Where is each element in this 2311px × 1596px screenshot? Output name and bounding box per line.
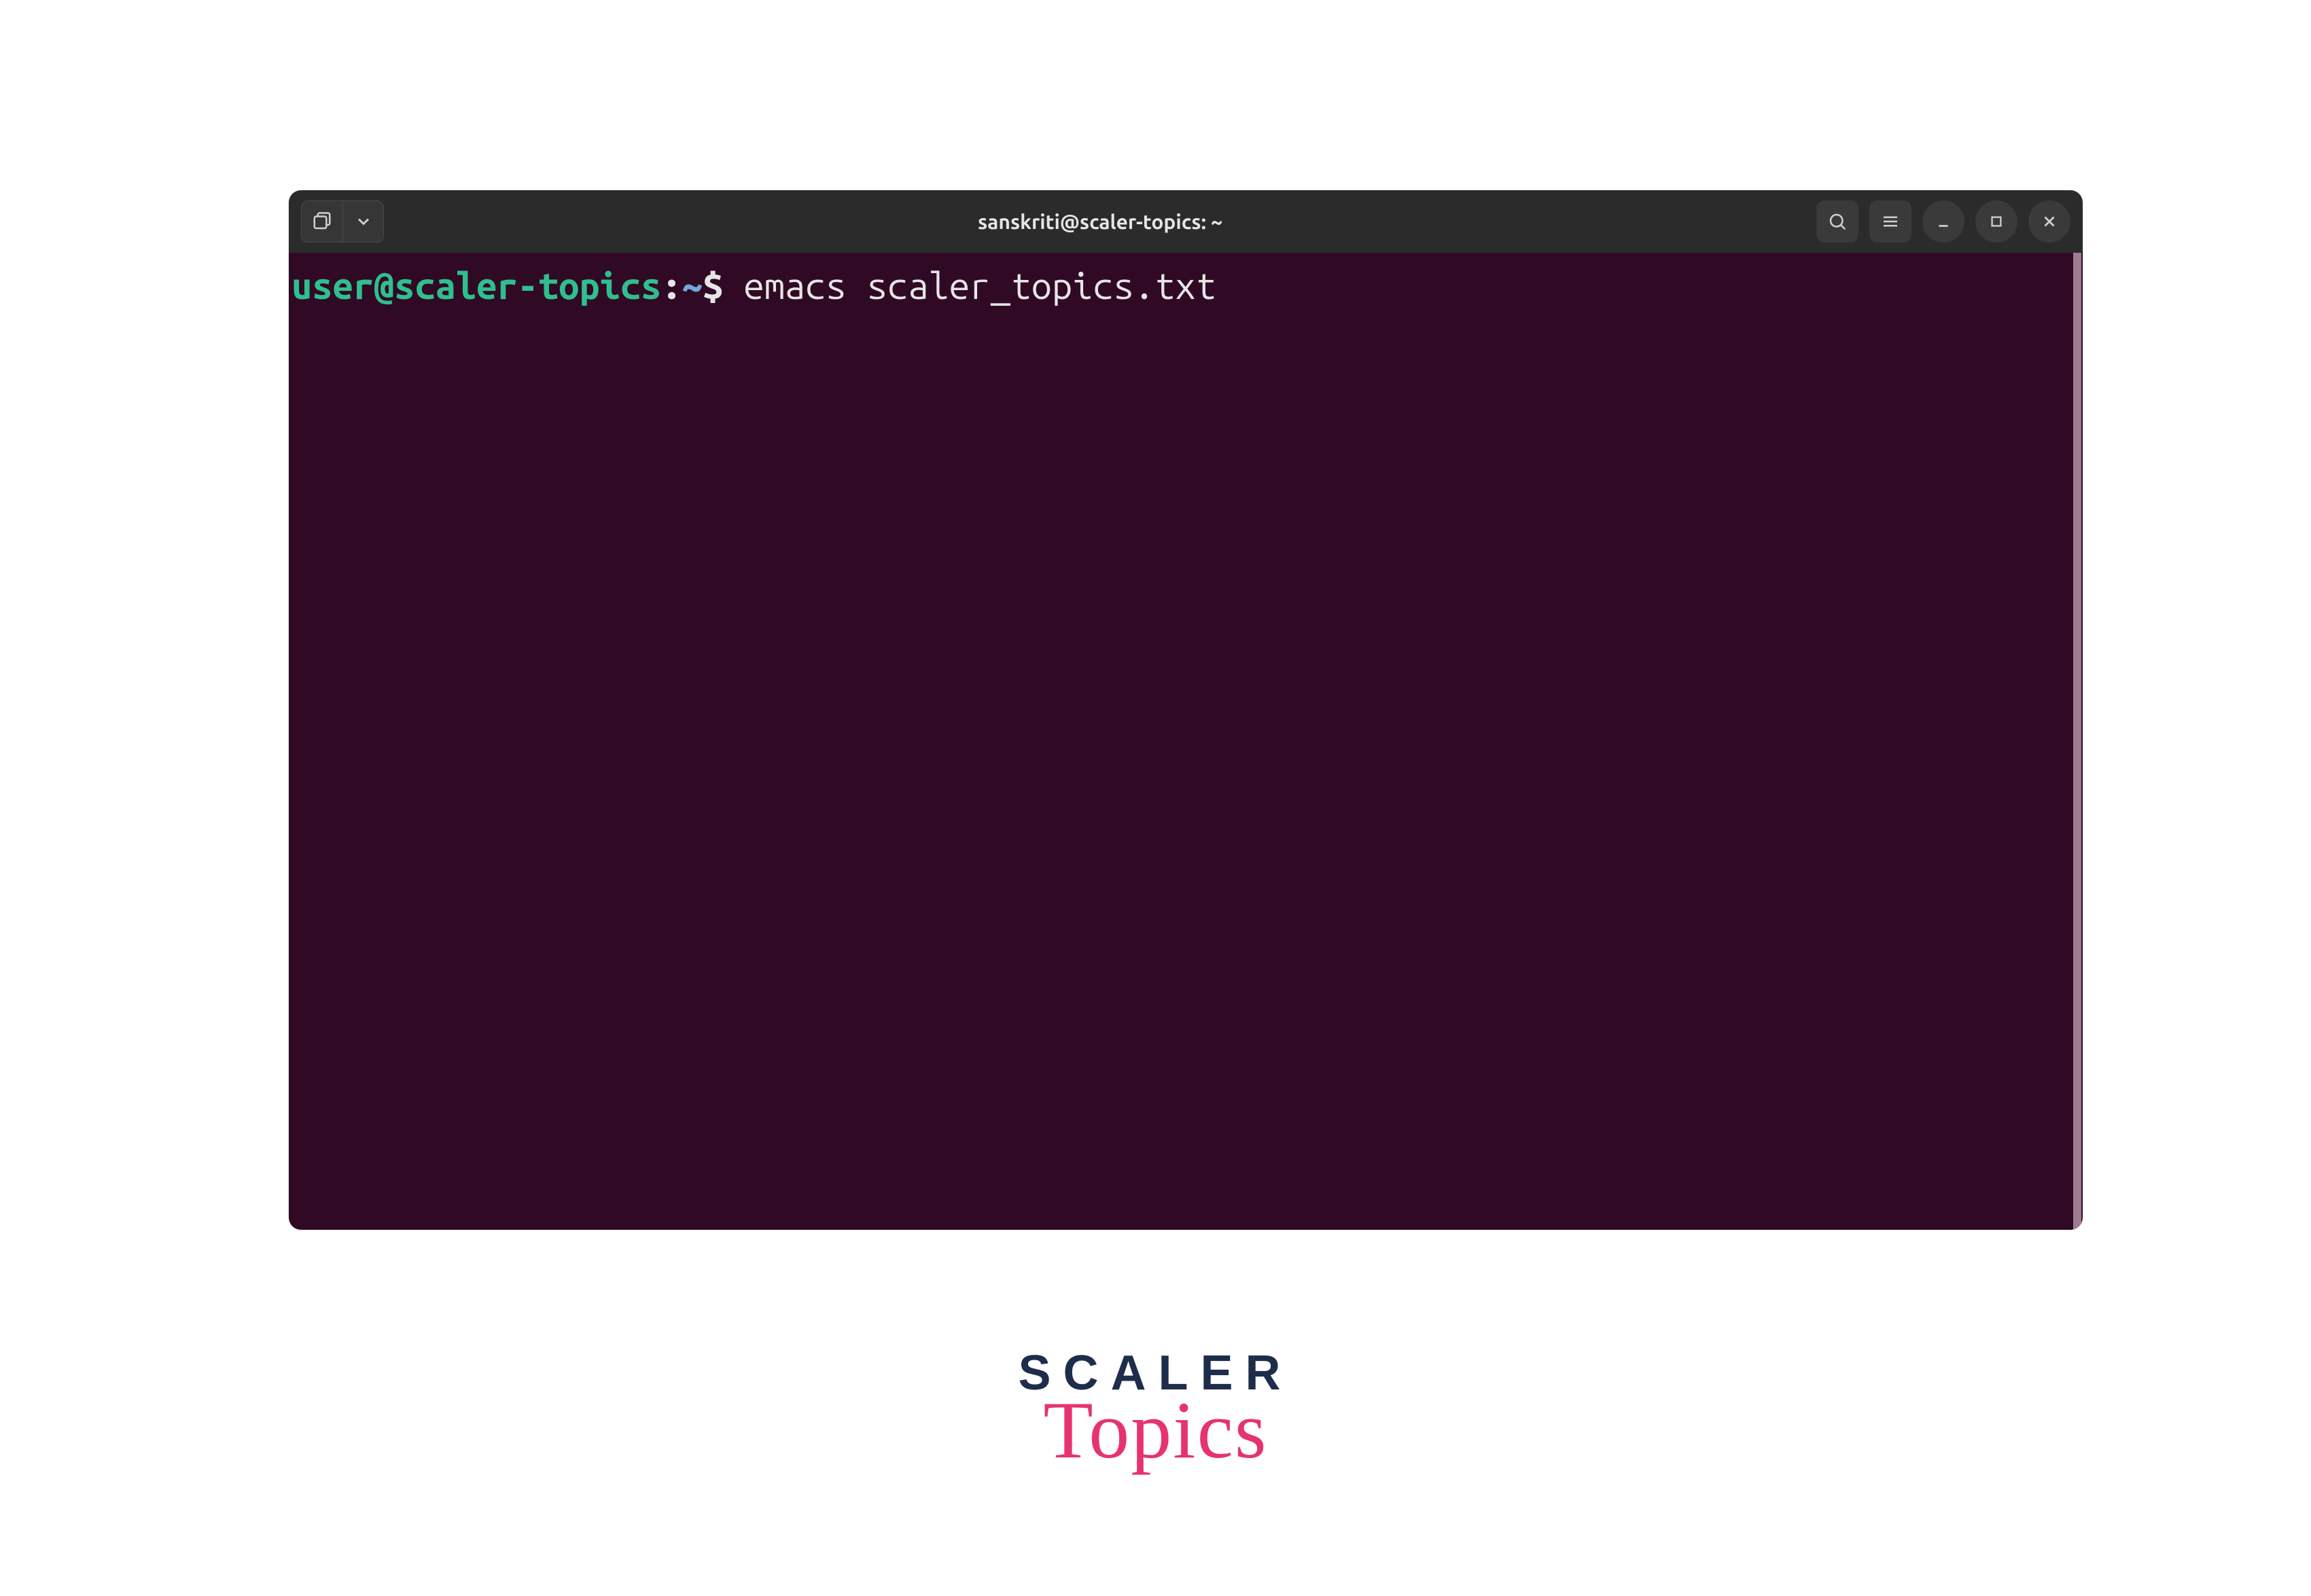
minimize-button[interactable] bbox=[1922, 200, 1964, 243]
search-icon bbox=[1827, 211, 1848, 232]
scrollbar[interactable] bbox=[2073, 253, 2081, 1230]
titlebar: sanskriti@scaler-topics: ~ bbox=[289, 190, 2083, 253]
new-tab-button[interactable] bbox=[302, 201, 342, 242]
window-controls bbox=[1816, 200, 2070, 243]
tab-group bbox=[301, 200, 384, 243]
window-title: sanskriti@scaler-topics: ~ bbox=[391, 210, 1810, 233]
maximize-icon bbox=[1989, 214, 2004, 229]
close-icon bbox=[2041, 213, 2058, 230]
brand-logo: SCALER Topics bbox=[1018, 1345, 1292, 1477]
prompt-user-host: user@scaler-topics bbox=[292, 266, 661, 306]
close-button[interactable] bbox=[2028, 200, 2070, 243]
maximize-button[interactable] bbox=[1975, 200, 2017, 243]
terminal-window: sanskriti@scaler-topics: ~ bbox=[289, 190, 2083, 1230]
hamburger-icon bbox=[1880, 211, 1901, 232]
prompt-command: emacs scaler_topics.txt bbox=[743, 266, 1216, 306]
prompt-symbol: $ bbox=[703, 266, 723, 306]
tab-dropdown-button[interactable] bbox=[342, 201, 383, 242]
chevron-down-icon bbox=[354, 212, 373, 231]
prompt-separator: : bbox=[661, 266, 682, 306]
prompt-line: user@scaler-topics:~$ emacs scaler_topic… bbox=[289, 265, 2083, 307]
prompt-path: ~ bbox=[682, 266, 703, 306]
minimize-icon bbox=[1935, 213, 1952, 230]
new-tab-icon bbox=[312, 211, 332, 232]
terminal-body[interactable]: user@scaler-topics:~$ emacs scaler_topic… bbox=[289, 253, 2083, 1230]
logo-line-2: Topics bbox=[1018, 1383, 1292, 1477]
search-button[interactable] bbox=[1816, 200, 1858, 243]
menu-button[interactable] bbox=[1869, 200, 1911, 243]
